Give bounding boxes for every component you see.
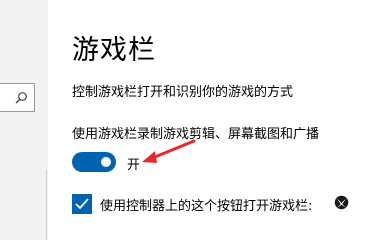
search-box[interactable] — [0, 83, 35, 112]
nav-divider — [46, 170, 47, 240]
left-nav-pane — [0, 0, 48, 240]
record-toggle[interactable] — [72, 152, 116, 172]
page-title: 游戏栏 — [72, 35, 156, 66]
page-description: 控制游戏栏打开和识别你的游戏的方式 — [72, 85, 294, 100]
search-icon[interactable] — [14, 90, 28, 104]
checkmark-icon — [75, 198, 89, 210]
annotation-arrow-icon — [142, 139, 196, 163]
controller-checkbox[interactable] — [72, 194, 92, 214]
xbox-logo-icon — [334, 195, 349, 210]
toggle-knob — [101, 157, 111, 167]
settings-page: 游戏栏 控制游戏栏打开和识别你的游戏的方式 使用游戏栏录制游戏剪辑、屏幕截图和广… — [0, 0, 387, 240]
controller-setting-label: 使用控制器上的这个按钮打开游戏栏: — [100, 199, 313, 214]
